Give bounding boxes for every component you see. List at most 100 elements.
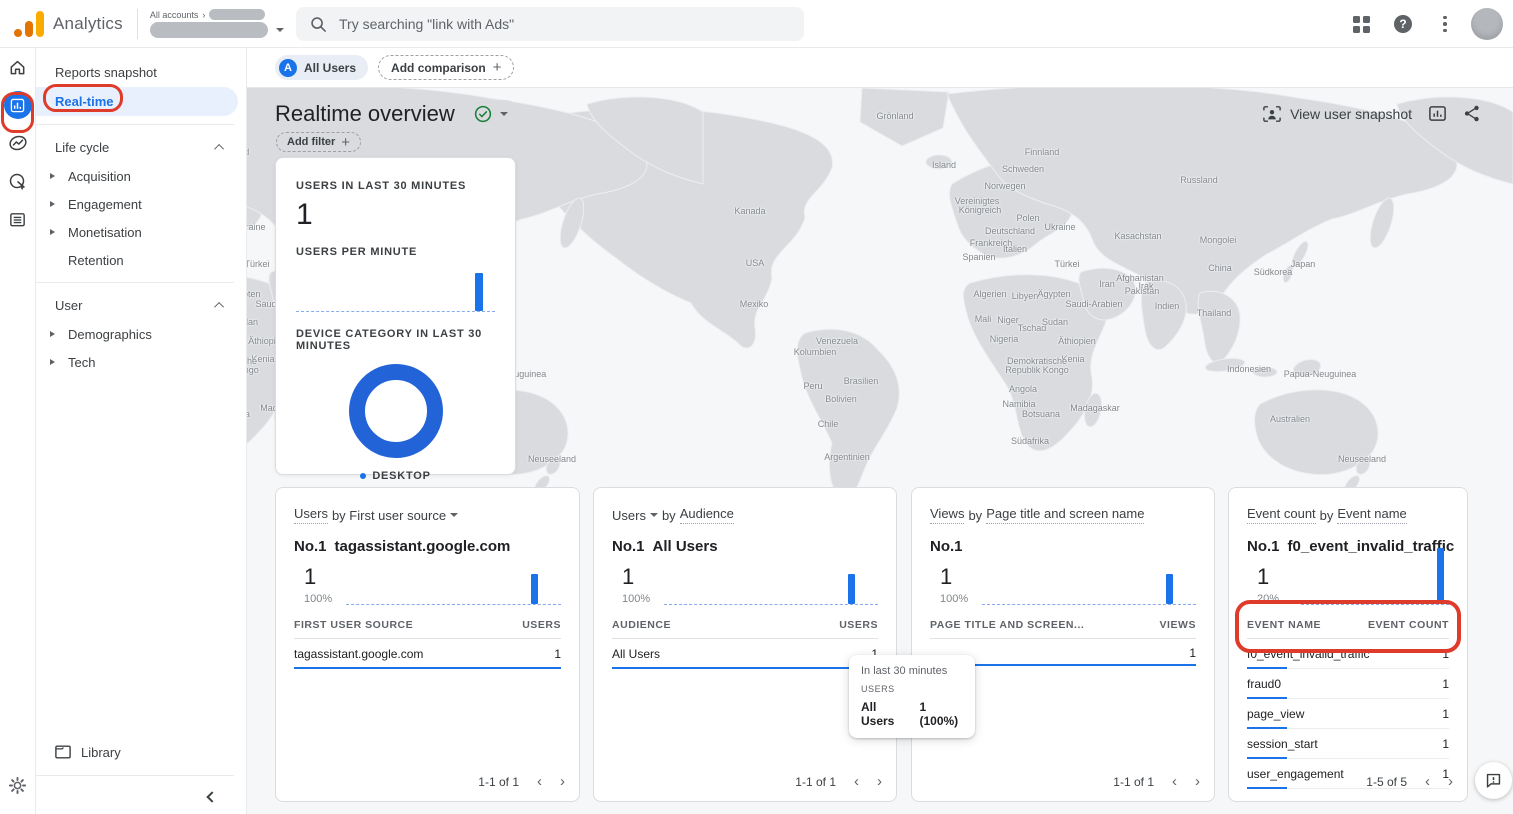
main-content: A All Users Add comparison + — [247, 48, 1513, 814]
nav-section-user[interactable]: User — [36, 291, 246, 320]
expand-arrow-icon — [50, 359, 55, 365]
divider — [36, 775, 234, 776]
library-icon — [55, 745, 71, 759]
map-label: Äthiopien — [1058, 336, 1096, 346]
data-quality-check-icon — [474, 105, 492, 123]
share-icon[interactable] — [1463, 104, 1481, 123]
realtime-summary-card: USERS IN LAST 30 MINUTES 1 USERS PER MIN… — [275, 157, 516, 475]
table-row[interactable]: tagassistant.google.com 1 — [294, 639, 561, 669]
mini-bar-chart[interactable] — [664, 567, 878, 605]
next-page-icon[interactable]: › — [1195, 774, 1200, 789]
metric-value: 1 — [622, 564, 650, 590]
prev-page-icon[interactable]: ‹ — [537, 774, 542, 789]
map-label: Libyen — [1012, 291, 1039, 301]
tooltip-metric: USERS — [861, 684, 963, 694]
metric-percent: 100% — [622, 593, 650, 605]
users-per-minute-label: USERS PER MINUTE — [296, 246, 495, 258]
ga-app: Analytics All accounts › ? — [0, 0, 1513, 814]
admin-gear-icon[interactable] — [0, 766, 36, 804]
next-page-icon[interactable]: › — [1448, 774, 1453, 789]
next-page-icon[interactable]: › — [560, 774, 565, 789]
account-switcher[interactable]: All accounts › — [150, 9, 284, 38]
row-bar — [294, 667, 561, 669]
card-title[interactable]: Users by Audience — [612, 506, 878, 524]
nav-item-demographics[interactable]: Demographics — [36, 320, 246, 348]
map-label: Japan — [1291, 259, 1316, 269]
search-input[interactable] — [339, 16, 790, 32]
map-label: Madagaskar — [1070, 403, 1120, 413]
collapse-nav-icon[interactable] — [206, 791, 217, 802]
card-title[interactable]: Users by First user source — [294, 506, 561, 524]
column-header: EVENT NAME — [1247, 619, 1321, 631]
add-comparison-button[interactable]: Add comparison + — [378, 55, 514, 80]
mini-bar-chart[interactable] — [1301, 567, 1449, 605]
map-label: Mongolei — [1200, 235, 1237, 245]
search-bar[interactable] — [296, 7, 804, 41]
table-row[interactable]: All Users 1 — [612, 639, 878, 669]
all-users-comparison-chip[interactable]: A All Users — [275, 55, 368, 80]
nav-item-reports-snapshot[interactable]: Reports snapshot — [36, 58, 246, 87]
add-filter-button[interactable]: Add filter + — [276, 132, 361, 152]
map-label: Kasachstan — [1114, 231, 1161, 241]
apps-grid-icon[interactable] — [1345, 8, 1377, 40]
avatar[interactable] — [1471, 8, 1503, 40]
map-label: Russland — [1180, 175, 1218, 185]
pagination-label: 1-5 of 5 — [1366, 775, 1407, 789]
table-row[interactable]: fraud0 1 — [1247, 669, 1449, 699]
map-label: Neuseeland — [528, 454, 576, 464]
divider — [137, 9, 138, 39]
reports-icon[interactable] — [0, 86, 36, 124]
insights-icon[interactable] — [1428, 104, 1447, 123]
pagination-label: 1-1 of 1 — [1113, 775, 1154, 789]
nav-item-retention[interactable]: Retention — [36, 246, 246, 274]
nav-item-engagement[interactable]: Engagement — [36, 190, 246, 218]
chevron-up-icon — [214, 144, 224, 154]
data-quality-dropdown[interactable] — [463, 100, 519, 128]
nav-item-monetisation[interactable]: Monetisation — [36, 218, 246, 246]
map-label: Peru — [803, 381, 822, 391]
analytics-logo[interactable]: Analytics — [0, 11, 123, 37]
redacted-account-name — [209, 9, 265, 20]
nav-item-acquisition[interactable]: Acquisition — [36, 162, 246, 190]
reports-icon-active-pill — [4, 91, 32, 119]
map-label: Schweden — [1002, 164, 1044, 174]
table-row[interactable]: f0_event_invalid_traffic 1 — [1247, 639, 1449, 669]
nav-section-life-cycle[interactable]: Life cycle — [36, 133, 246, 162]
chevron-down-icon — [276, 28, 284, 32]
card-title[interactable]: Event count by Event name — [1247, 506, 1449, 524]
user-snapshot-icon — [1262, 105, 1282, 123]
next-page-icon[interactable]: › — [877, 774, 882, 789]
help-icon[interactable]: ? — [1387, 8, 1419, 40]
mini-bar-chart[interactable] — [982, 567, 1196, 605]
nav-item-realtime[interactable]: Real-time — [36, 87, 238, 116]
nav-item-library[interactable]: Library — [36, 737, 246, 767]
explore-icon[interactable] — [0, 124, 36, 162]
map-label: Angola — [1009, 384, 1037, 394]
configure-icon[interactable] — [0, 200, 36, 238]
chart-bar — [531, 574, 538, 604]
feedback-button[interactable] — [1475, 762, 1512, 799]
map-label: Türkei — [247, 259, 270, 269]
analytics-logo-icon — [14, 11, 44, 37]
view-user-snapshot-button[interactable]: View user snapshot — [1262, 105, 1412, 123]
pagination-label: 1-1 of 1 — [478, 775, 519, 789]
table-row[interactable]: session_start 1 — [1247, 729, 1449, 759]
map-label: Algerien — [973, 289, 1006, 299]
map-label: Republik Kongo — [1005, 365, 1069, 375]
advertising-icon[interactable] — [0, 162, 36, 200]
chart-bar — [1437, 548, 1444, 604]
overflow-menu-icon[interactable] — [1429, 8, 1461, 40]
prev-page-icon[interactable]: ‹ — [1172, 774, 1177, 789]
event-count-by-event-name-card: Event count by Event name No.1f0_event_i… — [1228, 487, 1468, 802]
device-donut-chart[interactable] — [349, 364, 443, 458]
nav-item-tech[interactable]: Tech — [36, 348, 246, 376]
table-row[interactable]: page_view 1 — [1247, 699, 1449, 729]
home-icon[interactable] — [0, 48, 36, 86]
legend-dot-icon — [360, 473, 366, 479]
card-title[interactable]: Views by Page title and screen name — [930, 506, 1196, 524]
users-per-minute-chart[interactable] — [296, 266, 495, 312]
prev-page-icon[interactable]: ‹ — [1425, 774, 1430, 789]
map-label: Mali — [975, 314, 992, 324]
mini-bar-chart[interactable] — [346, 567, 561, 605]
prev-page-icon[interactable]: ‹ — [854, 774, 859, 789]
